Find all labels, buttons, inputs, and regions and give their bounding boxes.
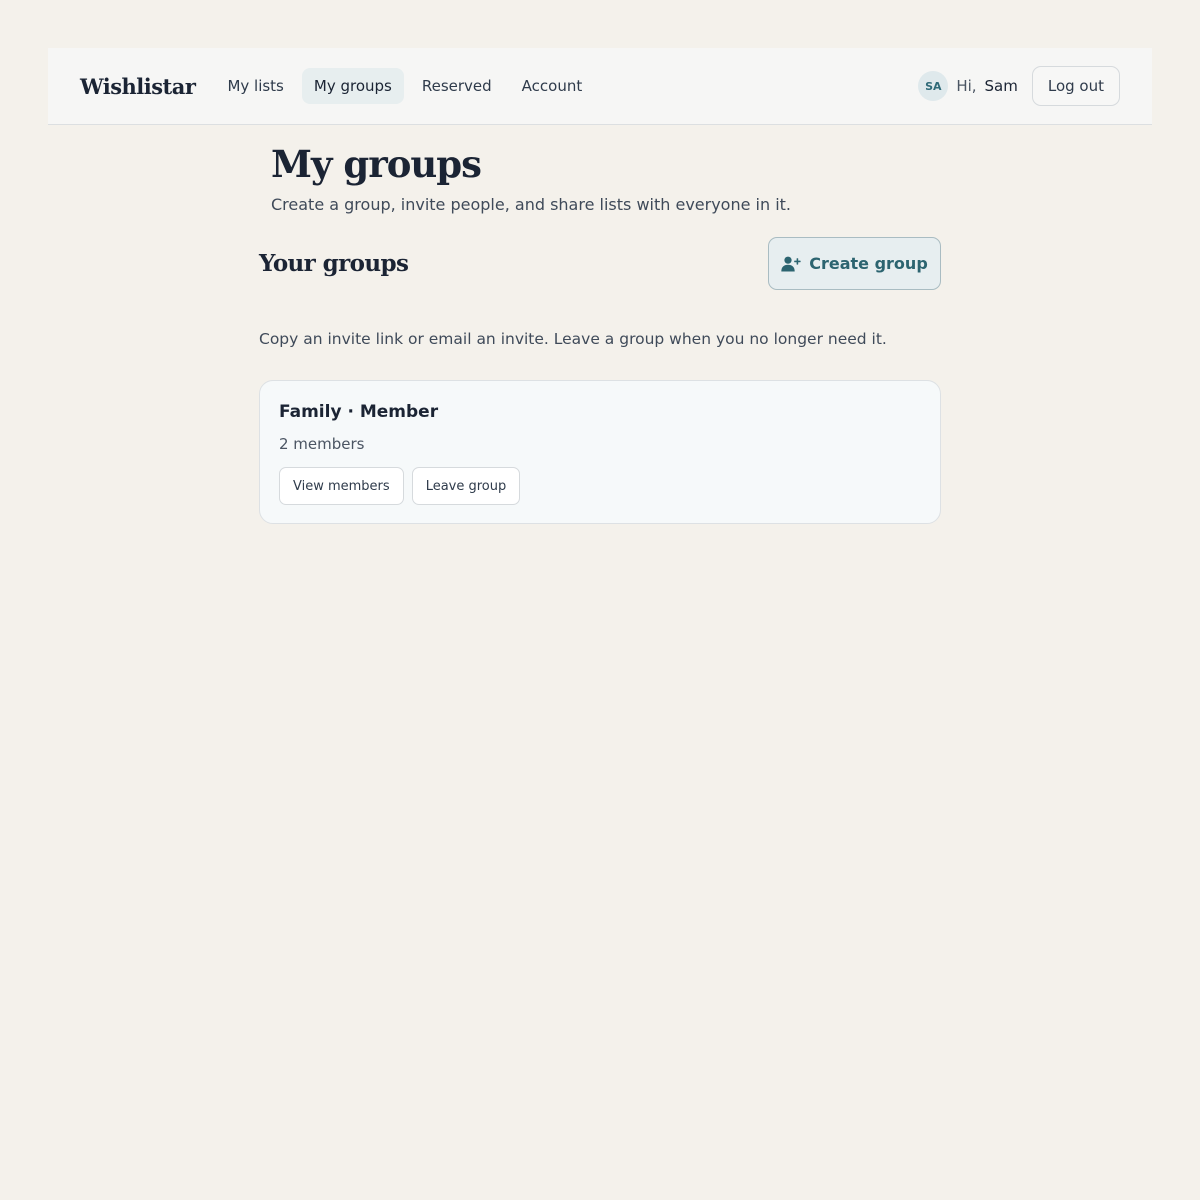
brand-logo[interactable]: Wishlistar bbox=[80, 74, 196, 99]
group-title: Family · Member bbox=[279, 402, 439, 422]
user-info: SA Hi, Sam bbox=[918, 71, 1018, 101]
username: Sam bbox=[984, 77, 1018, 95]
section-title: Your groups bbox=[259, 250, 409, 277]
nav-item-account[interactable]: Account bbox=[510, 68, 595, 104]
group-card: Family · Member 2 members View members L… bbox=[259, 380, 941, 524]
page-subtitle: Create a group, invite people, and share… bbox=[271, 195, 792, 214]
nav-item-my-groups[interactable]: My groups bbox=[301, 68, 404, 104]
top-navigation-bar: Wishlistar My lists My groups Reserved A… bbox=[48, 48, 1152, 125]
nav-item-reserved[interactable]: Reserved bbox=[410, 68, 504, 104]
leave-group-button[interactable]: Leave group bbox=[411, 467, 521, 505]
nav-item-my-lists[interactable]: My lists bbox=[215, 68, 295, 104]
greeting-text: Hi, bbox=[956, 77, 977, 95]
create-group-label: Create group bbox=[809, 254, 928, 273]
user-plus-icon bbox=[781, 256, 801, 272]
group-actions: View members Leave group bbox=[279, 467, 921, 505]
view-members-button[interactable]: View members bbox=[279, 467, 404, 505]
logout-button[interactable]: Log out bbox=[1031, 66, 1120, 106]
create-group-button[interactable]: Create group bbox=[768, 237, 941, 290]
help-text: Copy an invite link or email an invite. … bbox=[259, 330, 887, 348]
main-nav: My lists My groups Reserved Account bbox=[215, 68, 594, 104]
page-title: My groups bbox=[271, 142, 482, 186]
avatar: SA bbox=[918, 71, 949, 101]
group-member-count: 2 members bbox=[279, 435, 365, 453]
